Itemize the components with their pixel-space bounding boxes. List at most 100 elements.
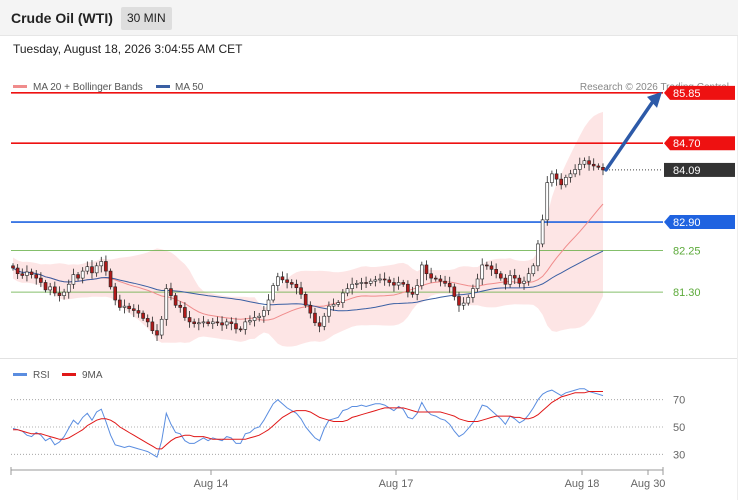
- level-value-resistance: 85.85: [673, 88, 701, 100]
- candle-body: [43, 282, 48, 291]
- candle-body: [596, 165, 601, 168]
- candle-body: [336, 302, 340, 305]
- candle-body: [276, 276, 280, 286]
- candle-body: [517, 277, 522, 284]
- candle-body: [341, 292, 345, 303]
- rsi-tick-label: 50: [673, 422, 685, 434]
- candle-body: [197, 322, 201, 325]
- candle-body: [145, 318, 150, 323]
- candle-body: [554, 173, 559, 180]
- candle-body: [80, 270, 85, 279]
- candle-body: [136, 310, 141, 314]
- candle-body: [71, 274, 76, 285]
- candle-body: [108, 270, 113, 288]
- candle-body: [122, 305, 127, 308]
- level-value-support_weak: 81.30: [673, 287, 701, 299]
- rsi-tick-label: 70: [673, 395, 685, 407]
- candle-body: [475, 278, 480, 289]
- candle-body: [564, 177, 568, 186]
- candle-body: [248, 320, 252, 323]
- candle-body: [299, 287, 303, 295]
- ma20-legend-label: MA 20 + Bollinger Bands: [33, 82, 143, 93]
- candle-body: [447, 283, 452, 288]
- candle-body: [540, 219, 545, 245]
- candle-body: [471, 288, 475, 298]
- level-value-resistance: 84.70: [673, 138, 701, 150]
- rsi-legend: RSI 9MA: [13, 370, 103, 381]
- candle-body: [234, 323, 238, 330]
- candle-body: [531, 265, 536, 275]
- candle-body: [327, 305, 331, 317]
- candle-body: [443, 280, 447, 284]
- rsi-panel: 30 50 70: [11, 388, 685, 461]
- candle-body: [322, 315, 327, 327]
- rsi-ma-legend-swatch: [62, 373, 76, 376]
- candle-body: [294, 283, 299, 289]
- candle-body: [266, 299, 271, 311]
- candle-body: [345, 288, 350, 294]
- candle-body: [183, 307, 187, 318]
- level-value-support_weak: 82.25: [673, 246, 701, 258]
- candle-body: [350, 283, 354, 289]
- level-labels: 85.85 84.70 84.09 82.90 82.25 81.30: [664, 85, 735, 299]
- candle-body: [550, 173, 554, 183]
- bollinger-band-area: [13, 111, 603, 347]
- candle-body: [303, 294, 308, 306]
- last-price-value: 84.09: [673, 165, 701, 177]
- candle-body: [15, 267, 20, 275]
- candle-body: [457, 296, 461, 306]
- candle-body: [573, 169, 577, 175]
- candle-body: [257, 315, 262, 318]
- chart-area: MA 20 + Bollinger Bands MA 50 Research ©…: [0, 0, 738, 500]
- rsi-legend-swatch: [13, 373, 27, 376]
- candle-body: [289, 282, 294, 285]
- candle-body: [25, 271, 29, 276]
- x-tick-label: Aug 30: [631, 478, 666, 490]
- candle-body: [238, 328, 243, 331]
- candle-body: [150, 321, 155, 331]
- rsi-tick-label: 30: [673, 449, 685, 461]
- candle-body: [285, 279, 289, 283]
- candle-body: [485, 264, 489, 267]
- candle-body: [415, 285, 419, 295]
- candle-body: [127, 305, 131, 310]
- candle-body: [364, 282, 368, 284]
- rsi-ma-line: [13, 391, 603, 450]
- candle-body: [57, 292, 62, 296]
- candle-body: [66, 283, 71, 293]
- candle-body: [164, 288, 169, 320]
- candle-body: [280, 276, 285, 281]
- candle-body: [354, 283, 359, 285]
- level-value-support: 82.90: [673, 217, 701, 229]
- candle-body: [494, 269, 498, 275]
- candle-body: [387, 279, 392, 283]
- candle-body: [187, 317, 192, 323]
- candle-body: [141, 312, 145, 319]
- candle-body: [113, 286, 118, 301]
- candle-body: [420, 264, 424, 286]
- projection-arrow: [604, 91, 662, 172]
- candle-body: [229, 321, 234, 324]
- candle-body: [568, 173, 573, 178]
- candle-body: [20, 273, 25, 276]
- candle-body: [90, 266, 94, 274]
- candle-body: [559, 178, 563, 186]
- candle-body: [29, 271, 34, 275]
- candle-body: [201, 321, 206, 324]
- candle-body: [169, 288, 173, 296]
- candle-body: [34, 274, 39, 279]
- x-tick-label: Aug 18: [565, 478, 600, 490]
- candle-body: [512, 275, 517, 279]
- candle-body: [206, 321, 210, 324]
- candle-body: [466, 297, 471, 304]
- candle-body: [406, 283, 410, 293]
- candle-body: [220, 322, 224, 326]
- candle-body: [262, 310, 266, 317]
- ma50-legend-label: MA 50: [175, 82, 204, 93]
- candle-body: [461, 302, 466, 306]
- candle-body: [378, 278, 382, 281]
- candle-body: [62, 291, 66, 296]
- price-chart: MA 20 + Bollinger Bands MA 50 Research ©…: [0, 36, 738, 500]
- candle-body: [224, 321, 229, 326]
- candle-body: [545, 182, 550, 221]
